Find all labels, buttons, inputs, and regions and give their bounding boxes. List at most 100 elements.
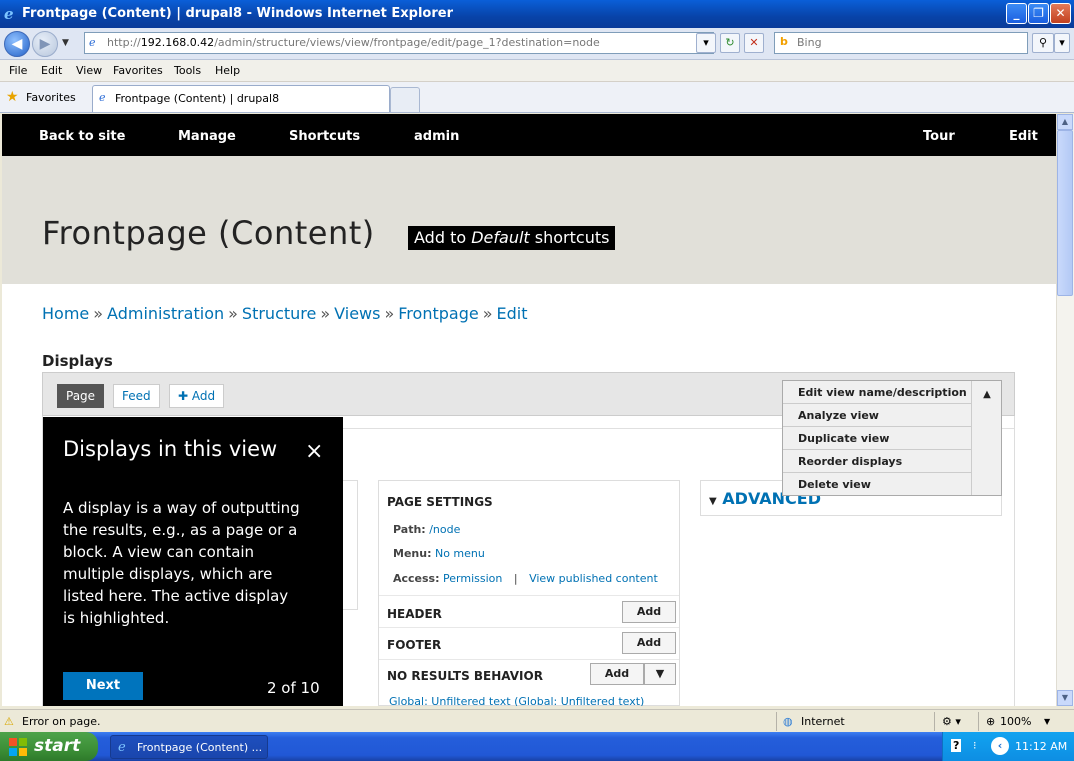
- menu-file[interactable]: File: [9, 64, 27, 77]
- address-input[interactable]: e http://192.168.0.42/admin/structure/vi…: [84, 32, 714, 54]
- tab-page-icon: e: [99, 91, 106, 104]
- duplicate-view-item[interactable]: Duplicate view: [783, 427, 971, 450]
- windows-logo-icon: [9, 738, 27, 756]
- search-options-icon[interactable]: ▾: [1054, 33, 1070, 53]
- manage-link[interactable]: Manage: [178, 129, 236, 144]
- menu-label: Menu:: [393, 547, 432, 560]
- menu-tools[interactable]: Tools: [174, 64, 201, 77]
- menu-edit[interactable]: Edit: [41, 64, 62, 77]
- access-permission-link[interactable]: View published content: [529, 572, 658, 585]
- zoom-dropdown-icon[interactable]: ▼: [1044, 717, 1050, 726]
- page-settings-heading: PAGE SETTINGS: [387, 495, 493, 509]
- address-dropdown-icon[interactable]: ▾: [696, 33, 716, 53]
- search-input[interactable]: b Bing: [774, 32, 1028, 54]
- protected-mode-icon[interactable]: ⚙ ▾: [942, 715, 961, 728]
- taskbar-item-label: Frontpage (Content) ...: [137, 741, 263, 754]
- zoom-icon: ⊕: [986, 715, 996, 728]
- start-label: start: [34, 736, 81, 756]
- scroll-up-icon[interactable]: ▲: [1057, 114, 1073, 130]
- menu-help[interactable]: Help: [215, 64, 240, 77]
- tour-next-button[interactable]: Next: [63, 672, 143, 700]
- edit-view-name-item[interactable]: Edit view name/description: [783, 381, 971, 404]
- start-button[interactable]: start: [0, 732, 98, 761]
- breadcrumb: Home» Administration» Structure» Views» Fron…: [42, 304, 527, 323]
- no-results-heading: NO RESULTS BEHAVIOR: [387, 669, 543, 683]
- maximize-button[interactable]: ❐: [1028, 3, 1049, 24]
- favorites-star-icon[interactable]: ★: [6, 89, 19, 105]
- breadcrumb-sep: »: [93, 304, 104, 323]
- no-results-dropdown-icon[interactable]: ▼: [644, 663, 676, 685]
- breadcrumb-sep: »: [228, 304, 238, 323]
- path-link[interactable]: /node: [429, 523, 460, 536]
- security-zone: Internet: [801, 715, 845, 728]
- forward-button[interactable]: ▶: [32, 31, 58, 57]
- menu-view[interactable]: View: [76, 64, 102, 77]
- breadcrumb-sep: »: [320, 304, 331, 323]
- analyze-view-item[interactable]: Analyze view: [783, 404, 971, 427]
- favorites-button[interactable]: Favorites: [26, 91, 76, 104]
- breadcrumb-administration[interactable]: Administration: [107, 304, 224, 323]
- shortcuts-link[interactable]: Shortcuts: [289, 129, 360, 144]
- taskbar-item-ie[interactable]: e Frontpage (Content) ...: [110, 735, 268, 759]
- status-message[interactable]: Error on page.: [22, 715, 100, 728]
- history-dropdown-icon[interactable]: ▼: [62, 38, 69, 48]
- add-display-button[interactable]: ✚ Add: [169, 384, 225, 408]
- refresh-icon[interactable]: ↻: [720, 33, 740, 53]
- add-shortcut-button[interactable]: Add to Default shortcuts: [408, 226, 616, 250]
- taskbar: start e Frontpage (Content) ... ? ⁝ ‹ 11…: [0, 732, 1074, 761]
- view-actions-dropdown: Edit view name/description Analyze view …: [782, 380, 1002, 496]
- divider: [978, 712, 979, 731]
- search-icon[interactable]: ⚲: [1032, 33, 1054, 53]
- breadcrumb-home[interactable]: Home: [42, 304, 89, 323]
- close-window-button[interactable]: ✕: [1050, 3, 1071, 24]
- global-unfiltered-text-link[interactable]: Global: Unfiltered text (Global: Unfilte…: [389, 695, 644, 706]
- footer-add-button[interactable]: Add: [622, 632, 676, 654]
- drupal-toolbar: Back to site Manage Shortcuts admin Tour…: [2, 114, 1056, 156]
- divider: [379, 659, 679, 660]
- clock[interactable]: 11:12 AM: [1015, 740, 1067, 753]
- collapse-dropdown-icon[interactable]: ▲: [971, 381, 1002, 495]
- help-icon[interactable]: ?: [951, 739, 962, 752]
- back-to-site-link[interactable]: Back to site: [39, 129, 125, 144]
- scroll-down-icon[interactable]: ▼: [1057, 690, 1073, 706]
- header-add-button[interactable]: Add: [622, 601, 676, 623]
- add-display-label: Add: [191, 389, 216, 403]
- zoom-level[interactable]: 100%: [1000, 715, 1031, 728]
- menu-link[interactable]: No menu: [435, 547, 485, 560]
- access-link[interactable]: Permission: [443, 572, 502, 585]
- breadcrumb-edit[interactable]: Edit: [497, 304, 528, 323]
- user-link[interactable]: admin: [414, 129, 459, 144]
- tour-tip: Displays in this view × A display is a w…: [43, 417, 343, 706]
- divider: [379, 627, 679, 628]
- tab-page-display[interactable]: Page: [57, 384, 105, 408]
- displays-heading: Displays: [42, 352, 113, 370]
- tour-button[interactable]: Tour: [923, 129, 955, 144]
- tab-feed-display[interactable]: Feed: [113, 384, 160, 408]
- shortcut-suffix: shortcuts: [529, 228, 610, 247]
- tray-expand-icon[interactable]: ‹: [991, 737, 1009, 755]
- no-results-add-button[interactable]: Add: [590, 663, 644, 685]
- tour-counter: 2 of 10: [267, 679, 320, 697]
- edit-button[interactable]: Edit: [1009, 129, 1038, 144]
- status-bar: ⚠ Error on page. ◍ Internet ⚙ ▾ ⊕ 100% ▼: [0, 709, 1074, 732]
- delete-view-item[interactable]: Delete view: [783, 473, 971, 496]
- shortcut-prefix: Add to: [414, 228, 472, 247]
- tour-close-icon[interactable]: ×: [305, 439, 323, 464]
- page-viewport: Back to site Manage Shortcuts admin Tour…: [2, 114, 1056, 706]
- reorder-displays-item[interactable]: Reorder displays: [783, 450, 971, 473]
- minimize-button[interactable]: _: [1006, 3, 1027, 24]
- breadcrumb-structure[interactable]: Structure: [242, 304, 316, 323]
- breadcrumb-views[interactable]: Views: [334, 304, 380, 323]
- back-button[interactable]: ◀: [4, 31, 30, 57]
- warning-icon[interactable]: ⚠: [4, 715, 14, 728]
- browser-tab[interactable]: e Frontpage (Content) | drupal8: [92, 85, 390, 112]
- volume-icon[interactable]: ⁝: [973, 739, 977, 752]
- scrollbar-thumb[interactable]: [1057, 130, 1073, 296]
- stop-icon[interactable]: ✕: [744, 33, 764, 53]
- new-tab-button[interactable]: [390, 87, 420, 112]
- page-settings-column: PAGE SETTINGS Path: /node Menu: No menu …: [378, 480, 680, 706]
- path-label: Path:: [393, 523, 426, 536]
- breadcrumb-frontpage[interactable]: Frontpage: [398, 304, 478, 323]
- window-titlebar: e Frontpage (Content) | drupal8 - Window…: [0, 0, 1074, 28]
- menu-favorites[interactable]: Favorites: [113, 64, 163, 77]
